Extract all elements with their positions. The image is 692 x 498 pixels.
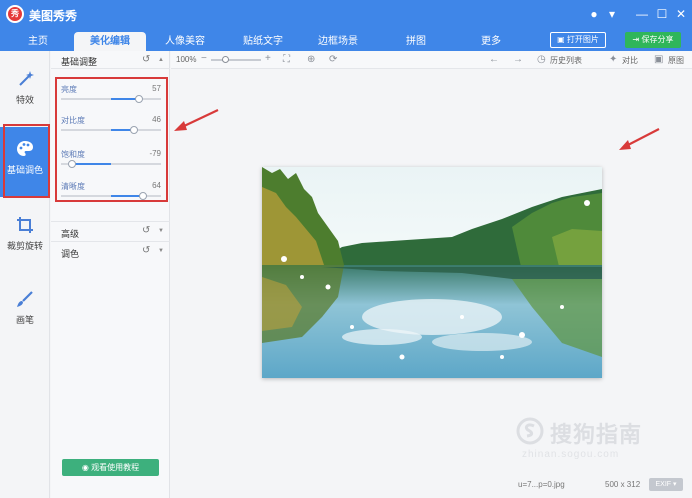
brush-icon [17, 291, 33, 307]
highlight-box-sliders [55, 77, 168, 202]
save-share-button[interactable]: ⇥ 保存分享 [625, 32, 681, 48]
dropdown-icon[interactable]: ▾ [604, 6, 620, 22]
clock-icon[interactable]: ◷ [537, 54, 546, 65]
reset-icon[interactable]: ↺ [142, 245, 150, 256]
rail-item-label: 特效 [15, 95, 34, 105]
tab-beautify-edit[interactable]: 美化编辑 [74, 32, 146, 51]
chevron-down-icon[interactable]: ▼ [158, 248, 164, 254]
message-icon[interactable]: ● [586, 6, 602, 22]
panel-header: 基础调整 ↺ ▲ [51, 51, 170, 69]
watermark-text: 搜狗指南 [550, 423, 643, 448]
rail-item-label: 裁剪旋转 [6, 241, 43, 251]
zoom-level: 100% [176, 55, 197, 64]
status-bar: u=7...p=0.jpg 500 x 312 EXIF ▾ [171, 474, 692, 498]
maximize-icon[interactable]: ☐ [654, 6, 670, 22]
tutorial-label: 观看使用教程 [91, 463, 140, 472]
crop-icon [17, 217, 33, 233]
compare-icon[interactable]: ✦ [609, 54, 617, 65]
section-label: 调色 [61, 249, 80, 259]
annotation-arrow-left [174, 109, 219, 131]
exif-label: EXIF [655, 481, 672, 488]
app-logo: 秀 [6, 5, 24, 23]
rotate-icon[interactable]: ⟳ [329, 54, 337, 65]
open-image-button[interactable]: ▣ 打开图片 [550, 32, 606, 48]
save-share-label: 保存分享 [641, 35, 674, 44]
tool-rail: 特效 基础调色 裁剪旋转 画笔 [0, 51, 50, 498]
tab-portrait[interactable]: 人像美容 [149, 32, 221, 51]
compare-link[interactable]: 对比 [622, 55, 638, 66]
close-icon[interactable]: ✕ [673, 6, 689, 22]
zoom-out-icon[interactable]: − [201, 53, 207, 64]
section-toning[interactable]: 调色 ↺ ▼ [51, 241, 170, 261]
zoom-in-icon[interactable]: + [265, 53, 271, 64]
annotation-arrow-right [619, 128, 660, 150]
original-link[interactable]: 原图 [668, 55, 684, 66]
highlight-box-rail [3, 124, 50, 198]
panel-title: 基础调整 [61, 57, 98, 67]
collapse-icon[interactable]: ▲ [158, 57, 164, 63]
export-icon: ⇥ [632, 35, 640, 44]
undo-icon[interactable]: ← [489, 54, 499, 65]
picture-icon[interactable]: ▣ [654, 54, 663, 65]
fit-screen-icon[interactable]: ⛶ [283, 54, 290, 65]
history-list-link[interactable]: 历史列表 [550, 55, 582, 66]
rail-item-effects[interactable]: 特效 [0, 57, 50, 127]
tab-frames-scenes[interactable]: 边框场景 [302, 32, 374, 51]
section-advanced[interactable]: 高级 ↺ ▼ [51, 221, 170, 241]
exif-button[interactable]: EXIF ▾ [649, 478, 683, 491]
redo-icon[interactable]: → [513, 54, 523, 65]
tab-home[interactable]: 主页 [2, 32, 74, 51]
image-icon: ▣ [557, 35, 565, 44]
tab-stickers-text[interactable]: 贴纸文字 [227, 32, 299, 51]
magic-wand-icon [19, 71, 34, 86]
title-bar: 秀 美图秀秀 ● ▾ — ☐ ✕ [0, 0, 692, 29]
canvas-toolbar: 100% − + ⛶ ⊕ ⟳ ← → ◷ 历史列表 ✦ 对比 ▣ 原图 [171, 51, 692, 69]
app-title: 美图秀秀 [29, 9, 78, 23]
sogou-logo-icon [516, 417, 544, 445]
file-name: u=7...p=0.jpg [518, 480, 565, 489]
section-label: 高级 [61, 229, 80, 239]
rail-item-brush[interactable]: 画笔 [0, 277, 50, 347]
tab-more[interactable]: 更多 [455, 32, 527, 51]
watch-tutorial-button[interactable]: ◉ 观看使用教程 [62, 459, 159, 476]
magnifier-icon[interactable]: ⊕ [307, 54, 315, 65]
image-dimensions: 500 x 312 [605, 480, 641, 489]
open-image-label: 打开图片 [566, 35, 599, 44]
zoom-slider-thumb[interactable] [222, 56, 229, 63]
tab-collage[interactable]: 拼图 [380, 32, 452, 51]
rail-item-crop-rotate[interactable]: 裁剪旋转 [0, 203, 50, 273]
eye-icon: ◉ [81, 463, 89, 472]
chevron-down-icon[interactable]: ▼ [158, 228, 164, 234]
rail-item-label: 画笔 [15, 315, 34, 325]
watermark-url: zhinan.sogou.com [522, 449, 620, 460]
minimize-icon[interactable]: — [634, 6, 650, 22]
chevron-down-icon: ▾ [673, 481, 677, 488]
watermark: 搜狗指南 zhinan.sogou.com [516, 413, 676, 460]
reset-icon[interactable]: ↺ [142, 225, 150, 236]
edited-photo[interactable] [262, 167, 602, 378]
reset-icon[interactable]: ↺ [142, 54, 150, 65]
main-nav: 主页 美化编辑 人像美容 贴纸文字 边框场景 拼图 更多 ▣ 打开图片 ⇥ 保存… [0, 29, 692, 51]
zoom-slider-track[interactable] [211, 59, 261, 61]
